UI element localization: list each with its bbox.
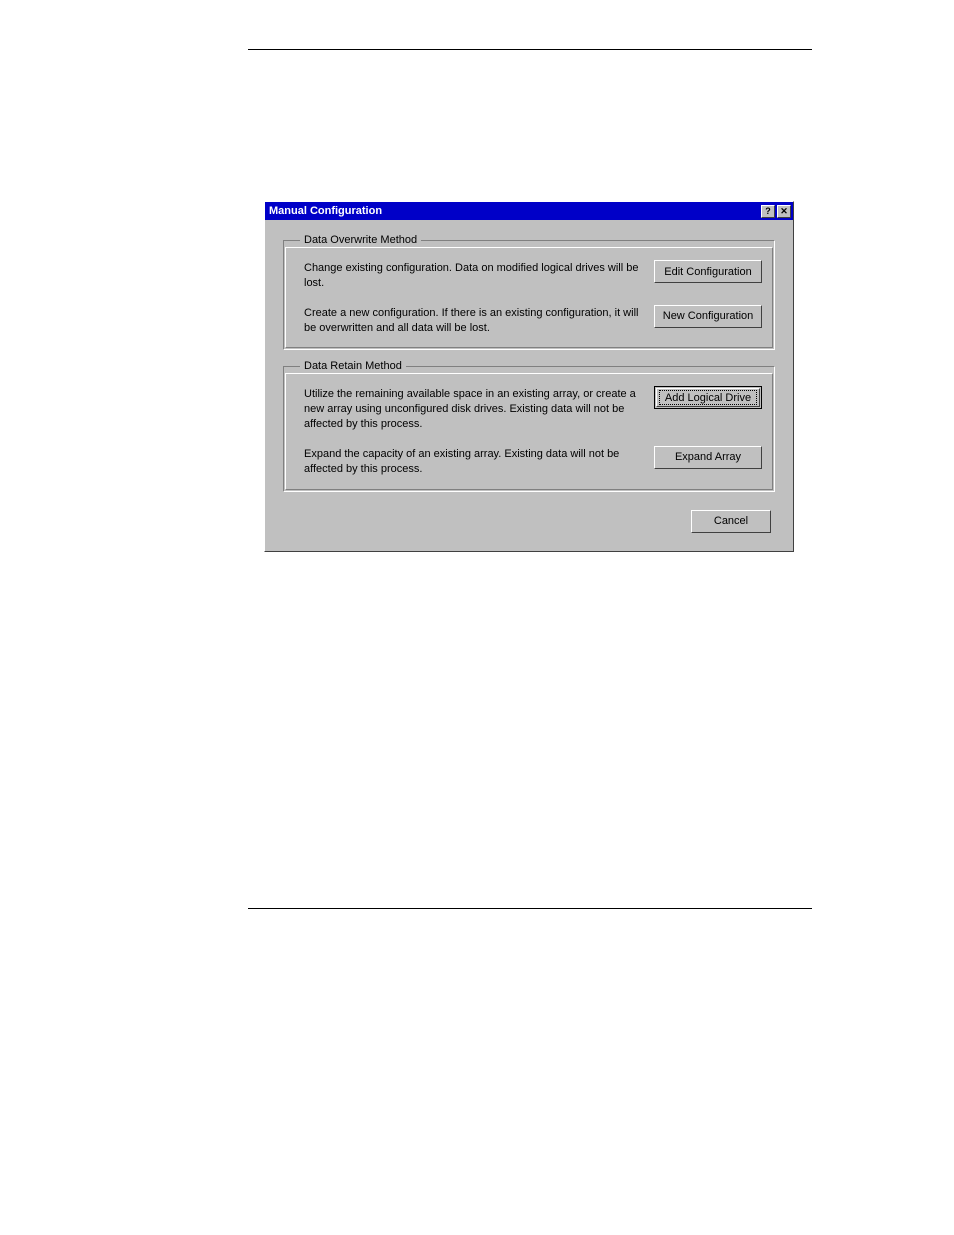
- close-icon: ✕: [780, 207, 788, 216]
- new-configuration-row: Create a new configuration. If there is …: [298, 305, 762, 336]
- document-page: Manual Configuration ? ✕ Data Overwrite …: [0, 0, 954, 1235]
- close-button[interactable]: ✕: [777, 205, 791, 218]
- help-button[interactable]: ?: [761, 205, 775, 218]
- button-label: Expand Array: [675, 451, 741, 463]
- edit-configuration-text: Change existing configuration. Data on m…: [298, 260, 644, 291]
- add-logical-drive-button[interactable]: Add Logical Drive: [654, 386, 762, 409]
- new-configuration-button[interactable]: New Configuration: [654, 305, 762, 328]
- dialog-body: Data Overwrite Method Change existing co…: [265, 220, 793, 551]
- group-legend: Data Retain Method: [300, 360, 406, 372]
- dialog-title: Manual Configuration: [269, 205, 759, 217]
- group-legend: Data Overwrite Method: [300, 234, 421, 246]
- page-rule-top: [248, 49, 812, 50]
- button-label: Add Logical Drive: [665, 392, 751, 404]
- page-rule-bottom: [248, 908, 812, 909]
- new-configuration-text: Create a new configuration. If there is …: [298, 305, 644, 336]
- button-label: New Configuration: [663, 310, 754, 322]
- edit-configuration-button[interactable]: Edit Configuration: [654, 260, 762, 283]
- titlebar: Manual Configuration ? ✕: [265, 202, 793, 220]
- button-label: Edit Configuration: [664, 266, 751, 278]
- add-logical-drive-text: Utilize the remaining available space in…: [298, 386, 644, 432]
- edit-configuration-row: Change existing configuration. Data on m…: [298, 260, 762, 291]
- expand-array-row: Expand the capacity of an existing array…: [298, 446, 762, 477]
- help-icon: ?: [765, 207, 771, 216]
- dialog-footer: Cancel: [283, 502, 775, 533]
- expand-array-text: Expand the capacity of an existing array…: [298, 446, 644, 477]
- manual-configuration-dialog: Manual Configuration ? ✕ Data Overwrite …: [264, 201, 794, 552]
- add-logical-drive-row: Utilize the remaining available space in…: [298, 386, 762, 432]
- data-overwrite-method-group: Data Overwrite Method Change existing co…: [283, 234, 775, 350]
- data-retain-method-group: Data Retain Method Utilize the remaining…: [283, 360, 775, 491]
- expand-array-button[interactable]: Expand Array: [654, 446, 762, 469]
- cancel-button[interactable]: Cancel: [691, 510, 771, 533]
- button-label: Cancel: [714, 515, 748, 527]
